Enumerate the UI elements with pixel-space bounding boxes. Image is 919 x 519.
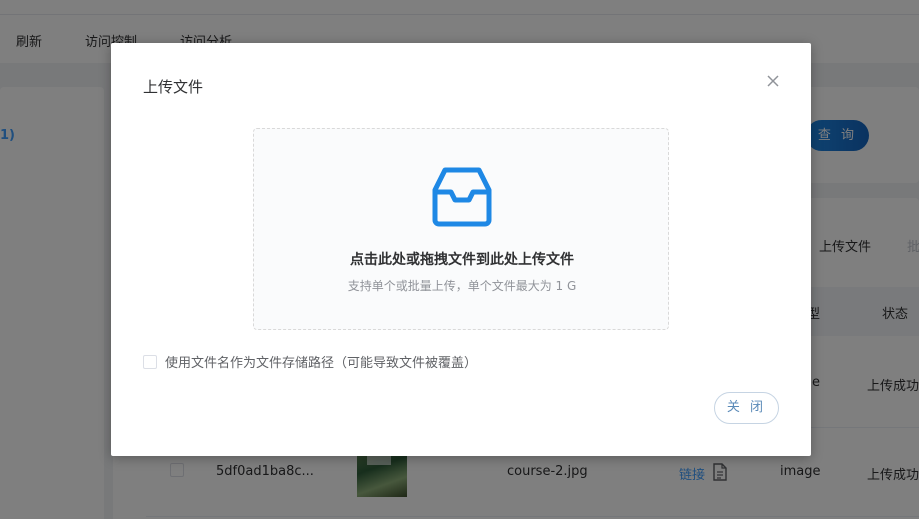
dropzone-instruction: 点击此处或拖拽文件到此处上传文件 <box>350 252 574 268</box>
dialog-title: 上传文件 <box>143 78 204 96</box>
dropzone-hint: 支持单个或批量上传，单个文件最大为 1 G <box>347 279 577 293</box>
upload-dropzone[interactable]: 点击此处或拖拽文件到此处上传文件 支持单个或批量上传，单个文件最大为 1 G <box>253 128 669 330</box>
use-filename-path-label[interactable]: 使用文件名作为文件存储路径（可能导致文件被覆盖） <box>165 352 477 371</box>
use-filename-path-checkbox[interactable] <box>143 355 157 369</box>
close-button[interactable]: 关 闭 <box>714 392 779 424</box>
inbox-icon <box>431 166 493 232</box>
upload-dialog: 上传文件 点击此处或拖拽文件到此处上传文件 支持单个或批量上传，单个文件最大为 … <box>111 43 811 456</box>
close-icon[interactable] <box>764 72 782 90</box>
